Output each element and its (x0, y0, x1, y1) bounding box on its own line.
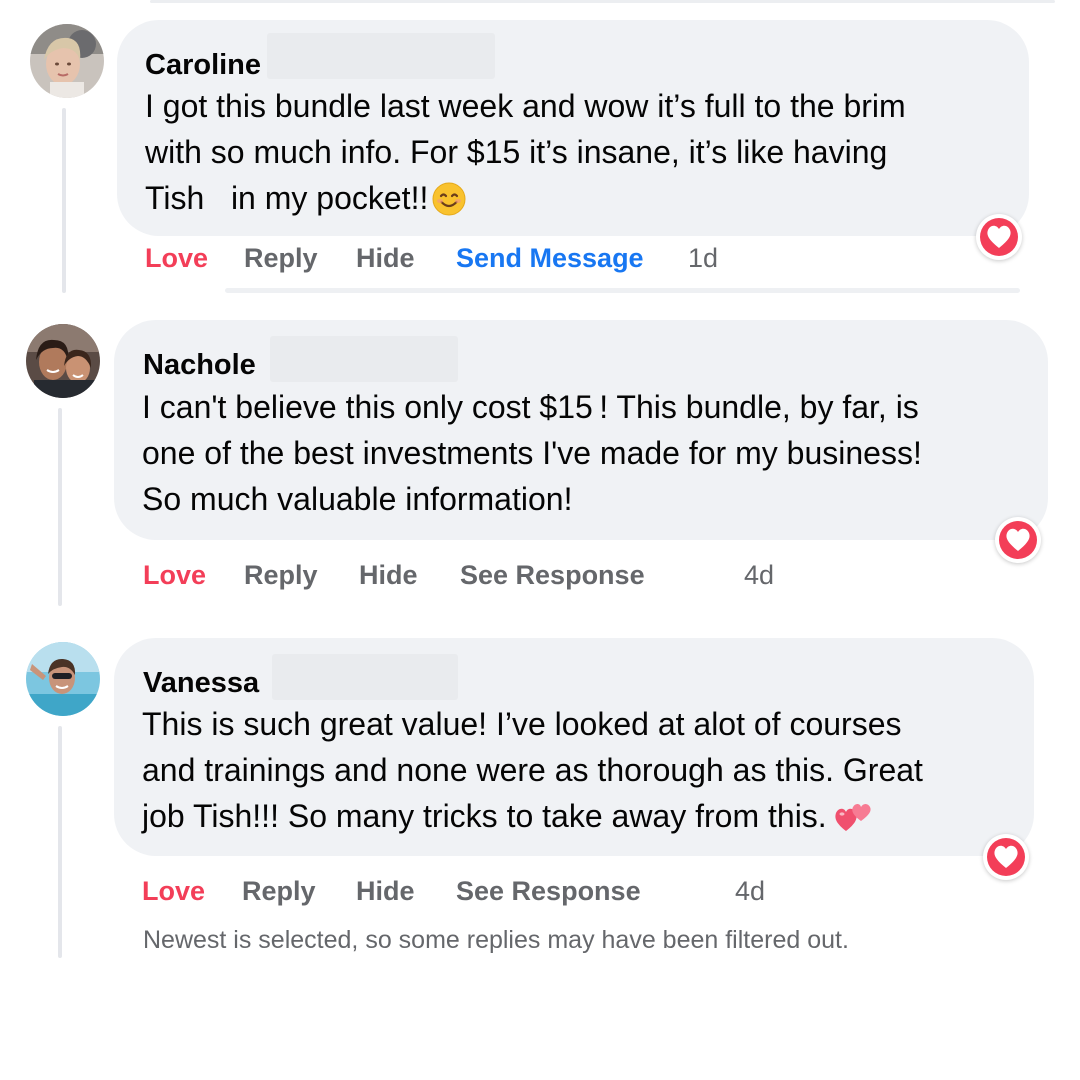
comment-text-line: one of the best investments I've made fo… (142, 435, 922, 471)
heart-icon (994, 845, 1018, 868)
love-button[interactable]: Love (142, 875, 205, 907)
comment-text-line: This is such great value! I’ve looked at… (142, 706, 902, 742)
two-hearts-emoji (835, 804, 871, 831)
love-button[interactable]: Love (145, 242, 208, 274)
love-reaction-icon[interactable] (995, 517, 1041, 563)
comment-text-line: and trainings and none were as thorough … (142, 752, 923, 788)
redacted-surname (267, 33, 495, 79)
love-reaction-icon[interactable] (983, 834, 1029, 880)
avatar[interactable] (26, 642, 100, 716)
see-response-button[interactable]: See Response (456, 875, 641, 907)
send-message-button[interactable]: Send Message (456, 242, 644, 274)
redacted-surname (270, 336, 458, 382)
comment-text-line: So much valuable information! (142, 481, 573, 517)
heart-icon (1006, 528, 1030, 551)
avatar[interactable] (26, 324, 100, 398)
comment-text: I can't believe this only cost $15 ! Thi… (142, 384, 922, 522)
hide-button[interactable]: Hide (356, 875, 415, 907)
comment-text-line: job Tish!!! So many tricks to take away … (142, 793, 923, 839)
reply-preview-divider (225, 288, 1020, 293)
comment-timestamp[interactable]: 4d (735, 875, 765, 907)
hide-button[interactable]: Hide (359, 559, 418, 591)
comment-author[interactable]: Vanessa (143, 666, 259, 700)
comment-text-line: Tish in my pocket!! (145, 175, 906, 221)
heart-icon (987, 225, 1011, 248)
smiling-face-emoji (432, 182, 466, 216)
thread-line (62, 108, 66, 293)
comment-author[interactable]: Nachole (143, 348, 256, 382)
thread-line (58, 726, 62, 958)
redacted-surname (272, 654, 458, 700)
reply-button[interactable]: Reply (244, 242, 318, 274)
comment-text-segment: job Tish!!! So many tricks to take away … (142, 798, 827, 834)
reply-button[interactable]: Reply (242, 875, 316, 907)
comment-text-line: I can't believe this only cost $15 ! Thi… (142, 389, 919, 425)
see-response-button[interactable]: See Response (460, 559, 645, 591)
hide-button[interactable]: Hide (356, 242, 415, 274)
comment-text-segment: Tish in my pocket!! (145, 180, 429, 216)
comment-text-line: with so much info. For $15 it’s insane, … (145, 134, 888, 170)
reply-button[interactable]: Reply (244, 559, 318, 591)
love-reaction-icon[interactable] (976, 214, 1022, 260)
love-button[interactable]: Love (143, 559, 206, 591)
comment-text: This is such great value! I’ve looked at… (142, 701, 923, 839)
top-divider (150, 0, 1055, 3)
comment-author[interactable]: Caroline (145, 48, 261, 82)
comment-timestamp[interactable]: 1d (688, 242, 718, 274)
filter-note: Newest is selected, so some replies may … (143, 926, 849, 954)
avatar[interactable] (30, 24, 104, 98)
comment-text-line: I got this bundle last week and wow it’s… (145, 88, 906, 124)
thread-line (58, 408, 62, 606)
comment-text: I got this bundle last week and wow it’s… (145, 83, 906, 221)
comment-timestamp[interactable]: 4d (744, 559, 774, 591)
